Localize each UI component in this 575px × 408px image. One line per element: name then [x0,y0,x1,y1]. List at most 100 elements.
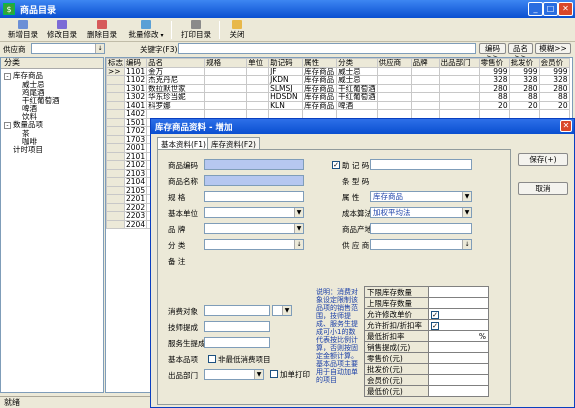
column-header[interactable]: 供应商 [376,58,412,68]
batch-icon [141,20,151,29]
column-header[interactable]: 属性 [302,58,338,68]
cell-flag [106,75,125,85]
column-header[interactable]: 出品部门 [438,58,480,68]
search-by-name-button[interactable]: 品名>> [508,43,533,62]
cell-spec [204,109,248,119]
dept-select[interactable]: ▼ [204,369,264,380]
allow-edit-price-checkbox[interactable]: ✓ [431,310,439,319]
cell-brand [410,83,440,93]
cell-unit [246,92,270,102]
column-header[interactable]: 会员价 [538,58,570,68]
cell-mnemonic: SLMSJ [268,83,304,93]
dialog-close-button[interactable]: ✕ [560,120,572,132]
cost-select[interactable]: 加权平均法 ▼ [370,207,472,218]
code-label: 商品编码 [168,161,198,170]
tab-inventory-info[interactable]: 库存资料(F2) [207,137,260,149]
consume-target-select[interactable]: ▼ [272,305,292,316]
new-catalog-button[interactable]: 新增目录 [4,20,42,41]
cell-brand [410,109,440,119]
cell-flag [106,134,125,144]
minimize-button[interactable]: _ [528,2,543,16]
batch-edit-button[interactable]: 批量修改 ▾ [123,20,169,41]
arrow-down-icon: ↓ [462,240,471,249]
consume-target-input[interactable] [204,305,270,316]
brand-select[interactable]: ▼ [204,223,304,234]
table-row[interactable]: 1301 数拉默世家 SLMSJ 库存商品 干红葡萄酒 280 280 280 [106,83,570,93]
fuzzy-search-button[interactable]: 模糊>> [535,43,571,54]
column-header[interactable]: 规格 [204,58,248,68]
print-catalog-button[interactable]: 打印目录 [176,20,216,41]
tab-basic-info[interactable]: 基本资料(F1) [157,137,210,149]
allow-edit-price-label: 允许修改单价 [364,308,429,320]
column-header[interactable]: 批发价 [508,58,540,68]
cell-flag [106,194,125,204]
cell-supplier [376,66,412,76]
cell-attr: 库存商品 [302,100,338,110]
table-row[interactable]: >> 1101 金万 JF 库存商品 威士忌 999 999 999 [106,66,570,76]
edit-catalog-button[interactable]: 修改目录 [43,20,81,41]
table-row[interactable]: 1402 [106,109,570,119]
cell-dept [438,75,480,85]
allow-edit-price-cell[interactable]: ✓ [428,308,489,320]
allow-discount-cell[interactable]: ✓ [428,319,489,331]
attr-select[interactable]: 库存商品 ▼ [370,191,472,202]
member-price-input[interactable] [428,374,489,386]
supplier-combo[interactable]: ↓ [31,43,105,54]
column-header[interactable]: 品名 [146,58,206,68]
unit-select[interactable]: ▼ [204,207,304,218]
table-row[interactable]: 1302 华东珍当妮 HDSDN 库存商品 干红葡萄酒 88 88 88 [106,92,570,102]
tree-node-inventory[interactable]: - 库存商品 [4,72,43,80]
wholesale-price-input[interactable] [428,363,489,375]
cell-flag [106,126,125,136]
code-input[interactable] [204,159,304,170]
cell-category: 啤酒 [336,100,378,110]
column-header[interactable]: 品牌 [410,58,440,68]
mnemonic-input[interactable] [370,159,472,170]
retail-price-input[interactable] [428,352,489,364]
min-stock-input[interactable] [428,286,489,298]
sales-commission-input[interactable] [428,341,489,353]
save-button[interactable]: 保存(+) [518,153,568,166]
search-by-code-button[interactable]: 编码>> [479,43,506,62]
cell-dept [438,92,480,102]
column-header[interactable]: 助记码 [268,58,304,68]
column-header[interactable]: 标志 [106,58,125,68]
arrow-down-icon: ↓ [294,240,303,249]
cell-flag [106,211,125,221]
cell-category: 威士忌 [336,66,378,76]
not-min-checkbox[interactable] [208,355,216,363]
column-header[interactable]: 单位 [246,58,270,68]
name-input[interactable] [204,175,304,186]
spec-input[interactable] [204,191,304,202]
tree-node-quantity[interactable]: - 数量品项 [4,121,43,129]
table-row[interactable]: 1401 科罗娜 KLN 库存商品 啤酒 20 20 20 [106,100,570,110]
column-header[interactable]: 零售价 [478,58,510,68]
cell-name [146,109,206,119]
allow-discount-checkbox[interactable]: ✓ [431,321,439,330]
supplier-select[interactable]: ↓ [370,239,472,250]
tree-node-timed[interactable]: 计时项目 [13,146,43,154]
maximize-button[interactable]: □ [543,2,558,16]
keyword-input[interactable] [178,43,476,54]
delete-catalog-button[interactable]: 删除目录 [83,20,121,41]
cell-retail: 20 [478,100,510,110]
column-header[interactable]: 编码 [123,58,148,68]
origin-input[interactable] [370,223,472,234]
category-input[interactable]: ↓ [204,239,304,250]
lowest-price-input[interactable] [428,385,489,397]
max-stock-input[interactable] [428,297,489,309]
mnemonic-checkbox[interactable]: ✓ [332,161,340,169]
collapse-icon[interactable]: - [4,122,11,129]
collapse-icon[interactable]: - [4,73,11,80]
table-row[interactable]: 1102 杰克丹尼 JKDN 库存商品 威士忌 328 328 328 [106,75,570,85]
cancel-button[interactable]: 取消 [518,182,568,195]
close-window-button[interactable]: ✕ [558,2,573,16]
cell-code: 1702 [123,126,148,136]
add-print-checkbox[interactable] [270,370,278,378]
min-discount-input[interactable]: % [428,330,489,342]
waiter-input[interactable] [204,337,270,348]
close-button[interactable]: 关闭 [224,20,250,41]
cell-flag [106,151,125,161]
column-header[interactable]: 分类 [336,58,378,68]
technician-input[interactable] [204,321,270,332]
